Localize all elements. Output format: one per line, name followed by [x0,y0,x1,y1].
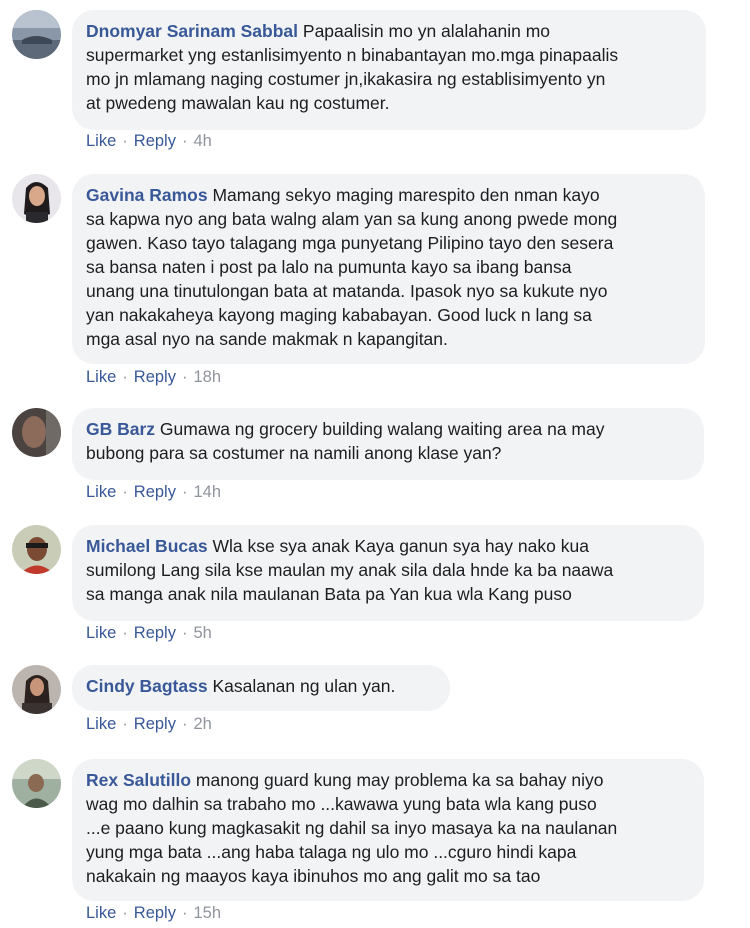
like-link[interactable]: Like [86,904,116,922]
comment-bubble: Rex Salutillo manong guard kung may prob… [72,759,704,901]
comment-bubble: Cindy Bagtass Kasalanan ng ulan yan. [72,665,450,711]
comment-actions: Like · Reply · 15h [86,904,221,923]
comment-timestamp[interactable]: 2h [193,715,211,733]
comment-timestamp[interactable]: 14h [193,483,221,501]
separator: · [122,715,128,733]
reply-link[interactable]: Reply [134,483,176,501]
profile-photo-icon [12,525,61,574]
like-link[interactable]: Like [86,132,116,150]
separator: · [122,904,128,922]
avatar[interactable] [12,759,61,808]
comment-bubble: Gavina Ramos Mamang sekyo maging marespi… [72,174,705,364]
avatar[interactable] [12,408,61,457]
avatar[interactable] [12,665,61,714]
separator: · [181,132,188,150]
comment-bubble: GB Barz Gumawa ng grocery building walan… [72,408,704,480]
profile-photo-icon [12,10,61,59]
comment-timestamp[interactable]: 15h [193,904,221,922]
reply-link[interactable]: Reply [134,715,176,733]
avatar[interactable] [12,10,61,59]
comment-bubble: Dnomyar Sarinam Sabbal Papaalisin mo yn … [72,10,706,130]
avatar[interactable] [12,525,61,574]
separator: · [122,132,128,150]
comment-actions: Like · Reply · 14h [86,483,221,502]
comment-author[interactable]: Rex Salutillo [86,770,191,790]
reply-link[interactable]: Reply [134,624,176,642]
comment-author[interactable]: Michael Bucas [86,536,208,556]
like-link[interactable]: Like [86,624,116,642]
profile-photo-icon [12,759,61,808]
comment-text: Kasalanan ng ulan yan. [212,676,396,696]
reply-link[interactable]: Reply [134,132,176,150]
comment-actions: Like · Reply · 18h [86,368,221,387]
comment-bubble: Michael Bucas Wla kse sya anak Kaya ganu… [72,525,704,621]
like-link[interactable]: Like [86,715,116,733]
separator: · [181,624,188,642]
separator: · [122,368,128,386]
comment-timestamp[interactable]: 5h [193,624,211,642]
separator: · [122,483,128,501]
comment-timestamp[interactable]: 4h [193,132,211,150]
comment-actions: Like · Reply · 5h [86,624,212,643]
avatar[interactable] [12,174,61,223]
separator: · [122,624,128,642]
comment-author[interactable]: GB Barz [86,419,155,439]
comment-author[interactable]: Gavina Ramos [86,185,208,205]
separator: · [181,904,188,922]
comment-text: Mamang sekyo maging marespito den nman k… [86,185,618,349]
comment-text: Gumawa ng grocery building walang waitin… [86,419,605,463]
comment-timestamp[interactable]: 18h [193,368,221,386]
comment-actions: Like · Reply · 4h [86,132,212,151]
like-link[interactable]: Like [86,368,116,386]
reply-link[interactable]: Reply [134,368,176,386]
separator: · [181,715,188,733]
profile-photo-icon [12,665,61,714]
separator: · [181,483,188,501]
comment-author[interactable]: Dnomyar Sarinam Sabbal [86,21,298,41]
separator: · [181,368,188,386]
like-link[interactable]: Like [86,483,116,501]
profile-photo-icon [12,408,61,457]
comment-author[interactable]: Cindy Bagtass [86,676,208,696]
profile-photo-icon [12,174,61,223]
comment-actions: Like · Reply · 2h [86,715,212,734]
reply-link[interactable]: Reply [134,904,176,922]
